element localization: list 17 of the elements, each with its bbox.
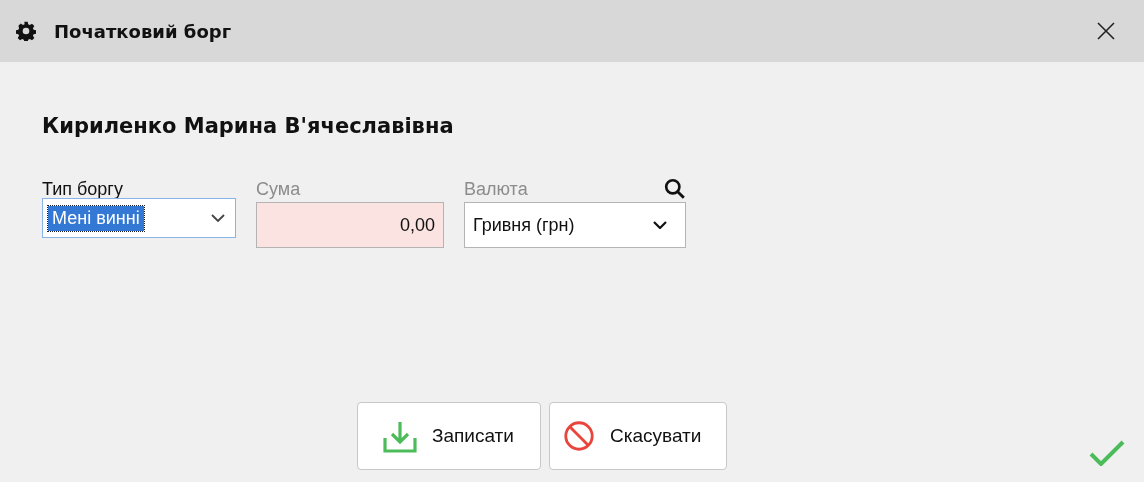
window-title: Початковий борг (54, 20, 233, 42)
type-dropdown[interactable]: Мені винні (42, 198, 236, 238)
chevron-down-icon (211, 214, 225, 222)
prohibited-icon (562, 419, 596, 453)
close-icon (1096, 21, 1116, 41)
cancel-button[interactable]: Скасувати (549, 402, 727, 470)
person-name: Кириленко Марина В'ячеславівна (42, 114, 455, 138)
checkmark-icon[interactable] (1089, 440, 1125, 466)
chevron-down-icon (653, 221, 667, 229)
field-label: Сума (256, 179, 301, 200)
gear-icon (16, 21, 36, 41)
field-label: Валюта (464, 179, 528, 200)
amount-field[interactable]: 0,00 (256, 202, 444, 248)
field-label: Тип боргу (42, 179, 123, 200)
save-button[interactable]: Записати (357, 402, 541, 470)
currency-dropdown[interactable]: Гривня (грн) (464, 202, 686, 248)
search-icon[interactable] (664, 178, 686, 200)
